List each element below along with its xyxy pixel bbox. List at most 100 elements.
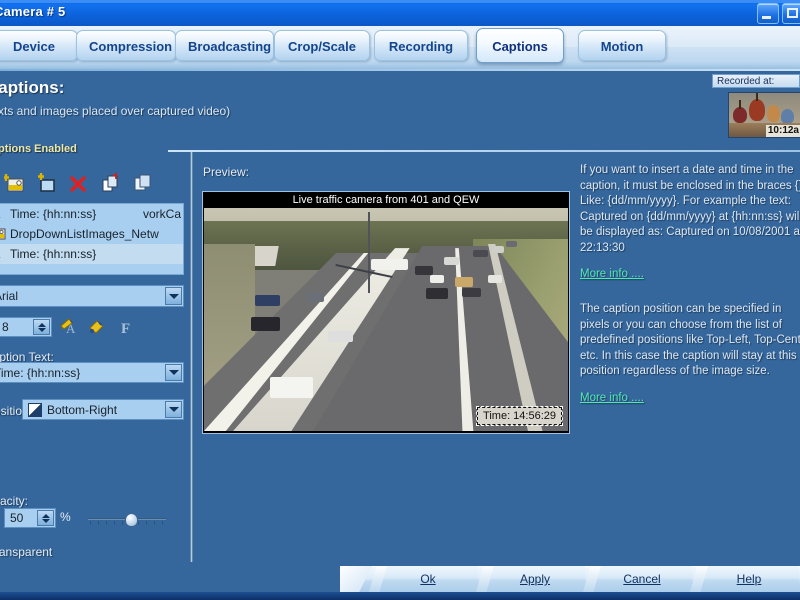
cathedral-dome-1 bbox=[733, 107, 747, 123]
help-button[interactable]: Help bbox=[699, 566, 799, 592]
captions-enabled-checkbox[interactable]: Captions Enabled bbox=[0, 143, 77, 155]
help-paragraph-1: If you want to insert a date and time in… bbox=[580, 163, 800, 256]
preview-label: Preview: bbox=[203, 165, 249, 179]
list-item[interactable]: A Time: {hh:nn:ss} bbox=[0, 244, 183, 264]
text-color-icon[interactable]: A bbox=[60, 317, 80, 337]
ok-button-label: Ok bbox=[420, 572, 435, 586]
tab-compression[interactable]: Compression bbox=[76, 30, 176, 61]
text-caption-icon: A bbox=[0, 207, 6, 221]
tab-crop-scale[interactable]: Crop/Scale bbox=[274, 30, 370, 61]
list-item[interactable]: DropDownListImages_Netw bbox=[0, 224, 183, 244]
maximize-button[interactable] bbox=[782, 3, 800, 24]
caption-text-input[interactable]: Time: {hh:nn:ss} bbox=[0, 362, 184, 383]
bold-icon[interactable]: F bbox=[116, 317, 136, 337]
caption-text-value: Time: {hh:nn:ss} bbox=[0, 366, 80, 380]
page-title: Captions: bbox=[0, 78, 64, 98]
list-item-label: DropDownListImages_Netw bbox=[10, 224, 159, 244]
thumbnail-timestamp: 10:12a bbox=[766, 125, 800, 137]
tab-underline bbox=[0, 69, 800, 71]
more-info-link-1[interactable]: More info .... bbox=[580, 268, 644, 280]
caption-list[interactable]: A Time: {hh:nn:ss} vorkCa DropDownListIm… bbox=[0, 203, 184, 275]
ok-button[interactable]: Ok bbox=[378, 566, 478, 592]
cancel-button[interactable]: Cancel bbox=[592, 566, 692, 592]
text-caption-icon: A bbox=[0, 247, 6, 261]
apply-button[interactable]: Apply bbox=[485, 566, 585, 592]
image-caption-icon bbox=[0, 227, 6, 241]
slider-handle[interactable] bbox=[125, 513, 138, 527]
scene-vehicle bbox=[251, 317, 280, 330]
cathedral-spire-2 bbox=[756, 93, 758, 101]
recorded-thumbnail: 10:12a bbox=[728, 92, 800, 138]
tab-captions[interactable]: Captions bbox=[476, 28, 564, 63]
scene-vehicle bbox=[462, 288, 480, 297]
scene-vehicle bbox=[270, 377, 314, 397]
help-paragraph-2: The caption position can be specified in… bbox=[580, 302, 800, 380]
apply-button-label: Apply bbox=[520, 572, 550, 586]
scene-vehicle bbox=[492, 246, 505, 253]
tab-recording[interactable]: Recording bbox=[374, 30, 468, 61]
position-select[interactable]: Bottom-Right bbox=[22, 399, 184, 420]
title-bar-highlight bbox=[0, 0, 800, 3]
window-title: Camera # 5 bbox=[0, 4, 65, 19]
tab-broadcasting[interactable]: Broadcasting bbox=[175, 30, 274, 61]
svg-text:A: A bbox=[0, 249, 1, 261]
scene-light-pole bbox=[368, 212, 370, 292]
chevron-down-icon[interactable] bbox=[165, 401, 182, 418]
cathedral-dome-4 bbox=[781, 109, 794, 124]
video-preview[interactable]: Live traffic camera from 401 and QEW bbox=[202, 191, 570, 434]
opacity-value: 50 bbox=[10, 511, 23, 525]
time-caption-overlay[interactable]: Time: 14:56:29 bbox=[477, 407, 562, 425]
tab-device[interactable]: Device bbox=[0, 30, 78, 61]
more-info-link-2[interactable]: More info .... bbox=[580, 392, 644, 404]
help-button-label: Help bbox=[737, 572, 762, 586]
size-stepper-value: 8 bbox=[2, 320, 9, 334]
font-select[interactable]: Arial bbox=[0, 285, 184, 307]
delete-icon[interactable] bbox=[68, 172, 90, 194]
scene-vehicle bbox=[415, 266, 433, 275]
minimize-button[interactable] bbox=[757, 3, 779, 24]
scene-vehicle bbox=[306, 293, 324, 302]
scene-vehicle bbox=[444, 257, 459, 265]
position-select-value: Bottom-Right bbox=[47, 403, 117, 417]
add-image-icon[interactable] bbox=[4, 172, 26, 194]
scene-vehicle bbox=[473, 250, 488, 257]
title-bar: Camera # 5 bbox=[0, 0, 800, 27]
scene-vehicle bbox=[488, 275, 503, 283]
size-stepper[interactable]: 8 bbox=[0, 317, 52, 337]
caption-toolbar bbox=[4, 172, 154, 194]
position-corner-icon bbox=[28, 403, 42, 417]
list-item-extra: vorkCa bbox=[143, 204, 183, 224]
transparent-checkbox[interactable]: Transparent bbox=[0, 545, 52, 559]
duplicate-icon[interactable] bbox=[132, 172, 154, 194]
list-item[interactable]: A Time: {hh:nn:ss} vorkCa bbox=[0, 204, 183, 224]
chevron-down-icon[interactable] bbox=[165, 364, 182, 381]
video-title-caption: Live traffic camera from 401 and QEW bbox=[203, 192, 569, 208]
opacity-slider[interactable] bbox=[88, 510, 166, 528]
scene-vehicle bbox=[430, 275, 445, 283]
cathedral-dome-3 bbox=[767, 105, 780, 122]
cathedral-spire-1 bbox=[739, 100, 741, 109]
video-scene: Time: 14:56:29 bbox=[204, 208, 568, 431]
font-select-value: Arial bbox=[0, 289, 18, 303]
cancel-button-label: Cancel bbox=[623, 572, 660, 586]
opacity-unit: % bbox=[60, 510, 71, 524]
background-color-icon[interactable] bbox=[88, 317, 108, 337]
list-item-label: Time: {hh:nn:ss} bbox=[10, 244, 96, 264]
add-text-icon[interactable] bbox=[36, 172, 58, 194]
svg-text:F: F bbox=[121, 321, 130, 337]
svg-text:A: A bbox=[0, 209, 1, 221]
spinner-arrows-icon[interactable] bbox=[37, 510, 54, 526]
page-subtitle: (texts and images placed over captured v… bbox=[0, 104, 230, 118]
scene-vehicle bbox=[455, 277, 473, 287]
tab-motion[interactable]: Motion bbox=[578, 30, 666, 61]
chevron-down-icon[interactable] bbox=[165, 287, 182, 305]
scene-vehicle bbox=[328, 331, 353, 342]
move-up-icon[interactable] bbox=[100, 172, 122, 194]
header-divider bbox=[168, 150, 800, 152]
dialog-button-bar: Ok Apply Cancel Help bbox=[0, 566, 800, 592]
tab-strip: Device Compression Broadcasting Crop/Sca… bbox=[0, 26, 800, 71]
scene-vehicle bbox=[506, 241, 517, 247]
spinner-arrows-icon[interactable] bbox=[33, 319, 50, 335]
window-controls bbox=[757, 3, 800, 24]
opacity-stepper[interactable]: 50 bbox=[4, 508, 56, 528]
